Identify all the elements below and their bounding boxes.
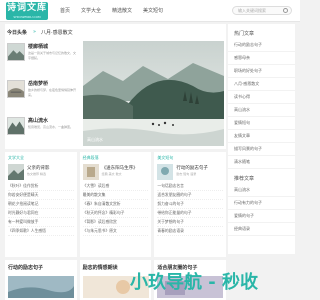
nav-item-short-texts[interactable]: 美文短句: [143, 7, 163, 14]
card-desc: 经典 美文 散文: [101, 172, 122, 176]
list-item[interactable]: 《大雪》读后感: [82, 182, 149, 191]
sidebar-item[interactable]: 行动的励志句子: [228, 39, 295, 52]
search-input[interactable]: 输入关键词搜索: [232, 6, 292, 15]
headline-section: 今日头条 » 八月·感恩散文 楼廊栖城 这是一篇关于城市与记忆的散文，文字细腻。…: [5, 24, 226, 149]
list-item[interactable]: 有一种爱叫做放手: [8, 218, 74, 227]
card-desc: 热文推荐 精选: [27, 172, 46, 176]
card-tag[interactable]: 文学大全: [8, 155, 74, 161]
sidebar-item[interactable]: 爱情短句: [228, 117, 295, 130]
card-featured[interactable]: 《送东阳马生序》 经典 美文 散文: [82, 164, 149, 182]
list-item[interactable]: 《背影》读后感欣赏: [82, 218, 149, 227]
site-logo[interactable]: 诗词文库 SHICIWENKU.COM: [6, 2, 48, 20]
card-tag[interactable]: 美文短句: [157, 155, 223, 161]
nav-item-literature[interactable]: 文学大全: [81, 7, 101, 14]
list-item[interactable]: 一句话励志名言: [157, 182, 224, 191]
watermark-text: 小玖导航 - 秒收: [130, 272, 259, 293]
chevron-right-icon: »: [33, 29, 37, 35]
list-item[interactable]: 适合发朋友圈的句子: [157, 191, 224, 200]
list-item[interactable]: 努力奋斗的句子: [157, 200, 224, 209]
card-tag[interactable]: 经典段落: [83, 155, 149, 161]
section-image[interactable]: [8, 276, 74, 298]
category-card: 文学大全 父亲的背影 热文推荐 精选 《秋叶》佳作赏析 你若安好便是晴天 朝花夕…: [5, 152, 77, 257]
site-header: 诗词文库 SHICIWENKU.COM 首页 文学大全 精选散文 美文短句 输入…: [0, 0, 300, 22]
sidebar-item[interactable]: 行动有力的句子: [228, 197, 295, 210]
list-item[interactable]: 你若安好便是晴天: [8, 191, 74, 200]
list-item[interactable]: 时光静好与君同在: [8, 209, 74, 218]
list-item[interactable]: 楼廊栖城 这是一篇关于城市与记忆的散文，文字细腻。: [7, 41, 77, 75]
sidebar-item[interactable]: 高山流水: [228, 104, 295, 117]
card-desc: 励志 短句 语录: [176, 172, 197, 176]
list-item[interactable]: 《春》朱自清散文赏析: [82, 200, 149, 209]
list-item[interactable]: 《秋天的怀念》精彩句子: [82, 209, 149, 218]
section-subtitle[interactable]: 八月·感恩散文: [41, 29, 73, 36]
list-item[interactable]: 《四季如歌》人生感悟: [8, 227, 74, 236]
sidebar-title-hot: 热门文章: [234, 31, 255, 37]
hero-caption: 高山流水: [87, 137, 103, 142]
card-featured[interactable]: 父亲的背影 热文推荐 精选: [8, 164, 74, 182]
article-title[interactable]: 高山流水: [28, 117, 48, 124]
list-item[interactable]: 朝花夕拾阅读笔记: [8, 200, 74, 209]
article-thumbnail: [7, 80, 25, 98]
search-icon[interactable]: [283, 8, 288, 13]
card-title[interactable]: 行动的励志句子: [176, 165, 208, 171]
section-title[interactable]: 行动的励志句子: [8, 264, 74, 271]
sidebar-item[interactable]: 经典语录: [228, 223, 295, 236]
bottom-section: 行动的励志句子: [5, 260, 77, 300]
hero-image[interactable]: 高山流水: [83, 41, 224, 146]
sidebar-item[interactable]: 感恩母亲: [228, 52, 295, 65]
category-card: 经典段落 《送东阳马生序》 经典 美文 散文 《大雪》读后感 最美的散文集 《春…: [79, 152, 152, 257]
card-title[interactable]: 《送东阳马生序》: [102, 165, 138, 171]
landscape-painting: [83, 41, 224, 146]
list-item[interactable]: 最美的散文集: [82, 191, 149, 200]
article-desc: 这是一篇关于城市与记忆的散文，文字细腻。: [28, 51, 77, 60]
headline-list: 楼廊栖城 这是一篇关于城市与记忆的散文，文字细腻。 岳南梦桥 故乡的桥与梦，在夜…: [7, 41, 77, 152]
card-title[interactable]: 父亲的背影: [27, 165, 50, 171]
category-cards: 文学大全 父亲的背影 热文推荐 精选 《秋叶》佳作赏析 你若安好便是晴天 朝花夕…: [5, 152, 227, 257]
sidebar-item[interactable]: 高山流水: [228, 184, 295, 197]
sidebar: 热门文章 行动的励志句子 感恩母亲 职场的好处句子 八月·感恩散文 读书心得 高…: [228, 24, 295, 254]
nav-item-essays[interactable]: 精选散文: [112, 7, 132, 14]
article-title[interactable]: 岳南梦桥: [28, 80, 48, 87]
list-item[interactable]: 《与朱元思书》原文: [82, 227, 149, 236]
card-thumbnail: [157, 164, 174, 180]
article-desc: 故乡的桥与梦，在夜色里悄悄延伸开来。: [28, 88, 77, 97]
search-placeholder: 输入关键词搜索: [238, 8, 266, 13]
sidebar-item[interactable]: 职场的好处句子: [228, 65, 295, 78]
article-title[interactable]: 楼廊栖城: [28, 43, 48, 50]
article-thumbnail: [7, 117, 25, 135]
article-thumbnail: [7, 43, 25, 61]
sidebar-item[interactable]: 清水随笔: [228, 156, 295, 169]
sidebar-item[interactable]: 友情文章: [228, 130, 295, 143]
nav-item-home[interactable]: 首页: [60, 7, 70, 14]
card-thumbnail: [8, 164, 24, 180]
list-item[interactable]: 关于梦想的句子: [157, 218, 224, 227]
sidebar-item[interactable]: 读书心得: [228, 91, 295, 104]
section-title: 今日头条: [7, 30, 28, 36]
sidebar-title-recommend: 推荐文章: [234, 176, 255, 182]
list-item[interactable]: 带给你正能量的句子: [157, 209, 224, 218]
main-nav: 首页 文学大全 精选散文 美文短句: [60, 7, 163, 14]
sidebar-item[interactable]: 描写风景的句子: [228, 143, 295, 156]
list-item[interactable]: 《秋叶》佳作赏析: [8, 182, 74, 191]
list-item[interactable]: 岳南梦桥 故乡的桥与梦，在夜色里悄悄延伸开来。: [7, 78, 77, 112]
sidebar-item[interactable]: 爱情的句子: [228, 210, 295, 223]
list-item[interactable]: 高山流水 知音难觅，高山流水，一曲弹罢。: [7, 115, 77, 149]
list-item[interactable]: 青春的励志语录: [157, 227, 224, 236]
article-desc: 知音难觅，高山流水，一曲弹罢。: [28, 125, 74, 129]
sidebar-item[interactable]: 八月·感恩散文: [228, 78, 295, 91]
card-featured[interactable]: 行动的励志句子 励志 短句 语录: [157, 164, 223, 182]
category-card: 美文短句 行动的励志句子 励志 短句 语录 一句话励志名言 适合发朋友圈的句子 …: [154, 152, 227, 257]
card-thumbnail: [82, 164, 99, 180]
